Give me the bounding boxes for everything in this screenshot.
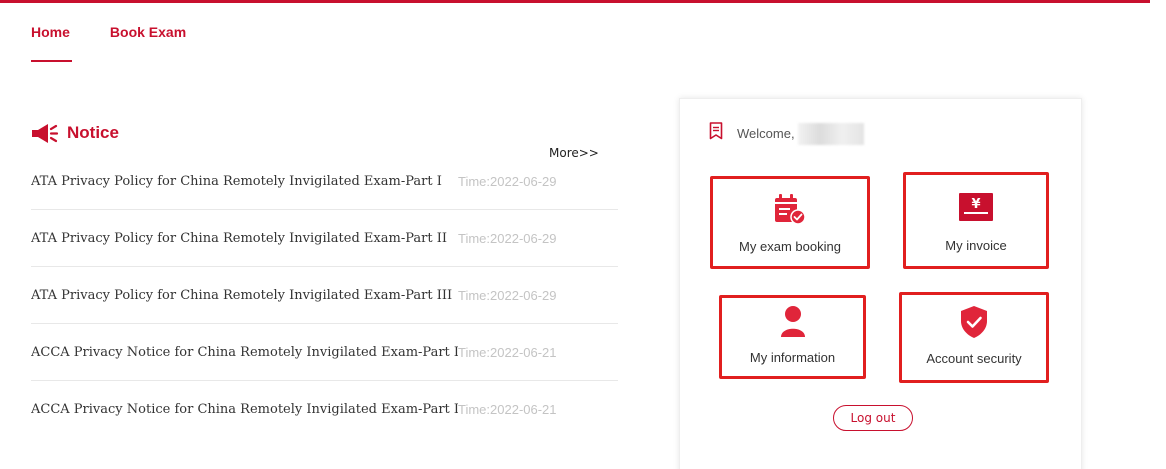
calendar-check-icon <box>772 194 808 231</box>
welcome-text: Welcome, <box>737 126 795 141</box>
notice-item-title[interactable]: ACCA Privacy Notice for China Remotely I… <box>31 345 458 360</box>
notice-title: Notice <box>67 123 119 142</box>
nav-book-exam[interactable]: Book Exam <box>110 23 186 41</box>
notice-item-title[interactable]: ATA Privacy Policy for China Remotely In… <box>31 288 458 303</box>
main-nav: Home Book Exam <box>31 23 186 41</box>
tile-label: Account security <box>926 351 1022 366</box>
notice-header: Notice <box>31 123 119 143</box>
list-item: ATA Privacy Policy for China Remotely In… <box>31 267 618 324</box>
notice-item-time: Time:2022-06-29 <box>458 230 557 246</box>
notice-item-time: Time:2022-06-21 <box>458 344 557 360</box>
notice-item-title[interactable]: ACCA Privacy Notice for China Remotely I… <box>31 402 458 417</box>
list-item: ATA Privacy Policy for China Remotely In… <box>31 210 618 267</box>
my-exam-booking-tile[interactable]: My exam booking <box>710 176 870 269</box>
notice-list: ATA Privacy Policy for China Remotely In… <box>31 153 618 438</box>
nav-home[interactable]: Home <box>31 23 70 41</box>
tile-label: My exam booking <box>739 239 841 254</box>
nav-active-indicator <box>31 60 72 62</box>
username-redacted <box>798 123 864 145</box>
notice-item-time: Time:2022-06-29 <box>458 173 557 189</box>
notice-item-title[interactable]: ATA Privacy Policy for China Remotely In… <box>31 231 458 246</box>
notice-item-time: Time:2022-06-29 <box>458 287 557 303</box>
top-accent-bar <box>0 0 1150 3</box>
my-information-tile[interactable]: My information <box>719 295 866 379</box>
welcome-row: Welcome, <box>709 122 795 145</box>
my-invoice-tile[interactable]: ¥ My invoice <box>903 172 1049 269</box>
list-item: ACCA Privacy Notice for China Remotely I… <box>31 324 618 381</box>
shield-check-icon <box>959 305 989 344</box>
notice-item-time: Time:2022-06-21 <box>458 402 557 417</box>
yen-invoice-icon: ¥ <box>958 192 994 229</box>
user-icon <box>779 304 807 343</box>
list-item: ACCA Privacy Notice for China Remotely I… <box>31 381 618 438</box>
account-security-tile[interactable]: Account security <box>899 292 1049 383</box>
list-item: ATA Privacy Policy for China Remotely In… <box>31 153 618 210</box>
megaphone-icon <box>31 123 59 143</box>
tile-label: My information <box>749 350 836 365</box>
logout-button[interactable]: Log out <box>833 405 913 431</box>
svg-text:¥: ¥ <box>971 197 980 212</box>
bookmark-icon <box>709 122 723 145</box>
tile-label: My invoice <box>945 238 1007 253</box>
notice-item-title[interactable]: ATA Privacy Policy for China Remotely In… <box>31 174 458 189</box>
